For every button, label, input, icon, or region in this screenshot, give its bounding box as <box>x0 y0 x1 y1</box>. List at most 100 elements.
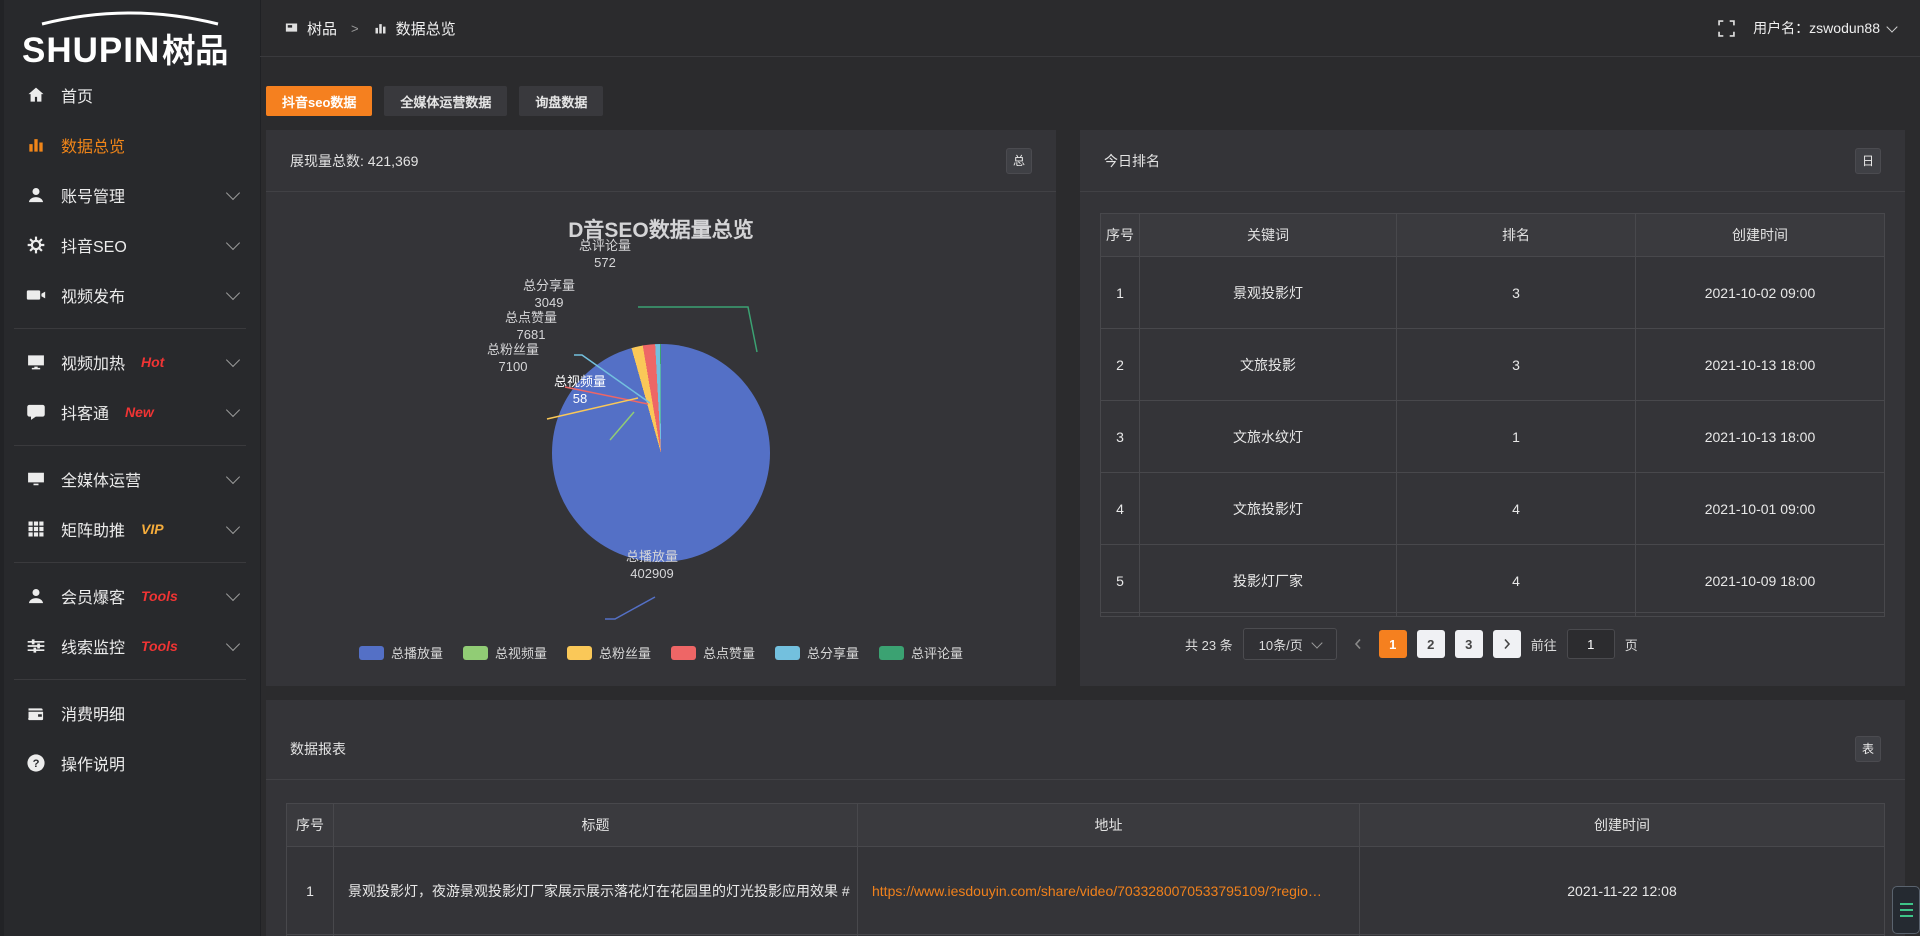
sidebar-item-doketong[interactable]: 抖客通 New <box>0 387 260 437</box>
chevron-down-icon <box>226 186 240 200</box>
pie-label-plays: 总播放量402909 <box>626 548 678 582</box>
gear-icon <box>26 235 46 255</box>
chevron-down-icon <box>226 470 240 484</box>
legend-item[interactable]: 总播放量 <box>359 643 443 662</box>
chevron-down-icon <box>226 353 240 367</box>
legend-item[interactable]: 总评论量 <box>879 643 963 662</box>
chevron-down-icon <box>1311 637 1322 648</box>
topbar: 树品 > 数据总览 用户名：zswodun88 <box>260 0 1920 57</box>
legend-swatch <box>463 646 488 660</box>
sidebar-item-label: 操作说明 <box>61 751 125 775</box>
sidebar-item-video-heat[interactable]: 视频加热 Hot <box>0 337 260 387</box>
nav-divider <box>14 562 246 563</box>
ranking-panel-header: 今日排名 日 <box>1080 130 1905 192</box>
sidebar-item-help[interactable]: ? 操作说明 <box>0 738 260 788</box>
widget-bar <box>1900 915 1913 917</box>
col-keyword: 关键词 <box>1140 214 1397 257</box>
col-rank: 排名 <box>1397 214 1636 257</box>
sidebar-item-home[interactable]: 首页 <box>0 70 260 120</box>
chat-icon <box>26 402 46 422</box>
sidebar-item-label: 抖客通 <box>61 400 109 424</box>
prev-page-button[interactable] <box>1347 638 1369 650</box>
hot-badge: Hot <box>141 354 164 370</box>
day-toggle-button[interactable]: 日 <box>1855 148 1881 174</box>
user-icon <box>26 185 46 205</box>
sidebar-item-label: 全媒体运营 <box>61 467 141 491</box>
legend-item[interactable]: 总视频量 <box>463 643 547 662</box>
table-tail-border <box>1100 603 1885 613</box>
user-menu[interactable]: 用户名：zswodun88 <box>1753 18 1896 38</box>
ranking-title: 今日排名 <box>1104 151 1160 171</box>
pie-label-shares: 总分享量3049 <box>523 277 575 311</box>
breadcrumb-current[interactable]: 数据总览 <box>396 18 456 39</box>
logo-cjk: 树品 <box>162 32 228 69</box>
sidebar-item-lead-monitor[interactable]: 线索监控 Tools <box>0 621 260 671</box>
sidebar-item-label: 线索监控 <box>61 634 125 658</box>
goto-page-input[interactable] <box>1567 629 1615 659</box>
col-index: 序号 <box>287 804 334 847</box>
sidebar-item-media-operation[interactable]: 全媒体运营 <box>0 454 260 504</box>
table-toggle-button[interactable]: 表 <box>1855 736 1881 762</box>
svg-text:?: ? <box>33 758 40 770</box>
table-row: 2文旅投影32021-10-13 18:00 <box>1101 329 1885 401</box>
fullscreen-icon[interactable] <box>1718 20 1735 37</box>
chevron-down-icon <box>226 403 240 417</box>
legend-item[interactable]: 总点赞量 <box>671 643 755 662</box>
video-link[interactable]: https://www.iesdouyin.com/share/video/70… <box>858 847 1360 935</box>
tab-douyin-seo-data[interactable]: 抖音seo数据 <box>266 86 372 116</box>
pie-label-comments: 总评论量572 <box>579 237 631 271</box>
chevron-down-icon <box>226 520 240 534</box>
page-button-1[interactable]: 1 <box>1379 630 1407 658</box>
sidebar-item-matrix-boost[interactable]: 矩阵助推 VIP <box>0 504 260 554</box>
tools-badge: Tools <box>141 638 178 654</box>
total-toggle-button[interactable]: 总 <box>1006 148 1032 174</box>
heat-screen-icon <box>26 352 46 372</box>
goto-label: 前往 <box>1531 635 1557 654</box>
page-button-3[interactable]: 3 <box>1455 630 1483 658</box>
sidebar-item-account[interactable]: 账号管理 <box>0 170 260 220</box>
table-row: 4文旅投影灯42021-10-01 09:00 <box>1101 473 1885 545</box>
nav-divider <box>14 445 246 446</box>
data-tabs: 抖音seo数据 全媒体运营数据 询盘数据 <box>266 86 603 116</box>
widget-bar <box>1900 903 1913 905</box>
table-row: 3文旅水纹灯12021-10-13 18:00 <box>1101 401 1885 473</box>
table-row: 1景观投影灯32021-10-02 09:00 <box>1101 257 1885 329</box>
tab-media-operation-data[interactable]: 全媒体运营数据 <box>384 86 507 116</box>
legend-swatch <box>879 646 904 660</box>
pie-panel-header: 展现量总数: 421,369 总 <box>266 130 1056 192</box>
sidebar-item-label: 会员爆客 <box>61 584 125 608</box>
report-panel-header: 数据报表 表 <box>266 700 1905 780</box>
page-button-2[interactable]: 2 <box>1417 630 1445 658</box>
logo-latin: SHUPIN <box>22 31 160 70</box>
grid-icon <box>26 519 46 539</box>
goto-unit: 页 <box>1625 635 1638 654</box>
col-created: 创建时间 <box>1360 804 1885 847</box>
pie-chart-area: D音SEO数据量总览 总评论量572 总分享量3049 总点赞量7681 总粉丝… <box>266 192 1056 686</box>
pagination: 共 23 条 10条/页 1 2 3 前往 页 <box>1185 628 1638 660</box>
sidebar-item-label: 数据总览 <box>61 133 125 157</box>
sidebar-item-spend-detail[interactable]: 消费明细 <box>0 688 260 738</box>
page-size-value: 10条/页 <box>1259 635 1303 654</box>
sidebar-item-member-baoke[interactable]: 会员爆客 Tools <box>0 571 260 621</box>
video-title-cell: 景观投影灯，夜游景观投影灯厂家展示展示落花灯在花园里的灯光投影应用效果 # <box>334 847 858 935</box>
legend-item[interactable]: 总粉丝量 <box>567 643 651 662</box>
page-size-select[interactable]: 10条/页 <box>1243 628 1337 660</box>
app-logo[interactable]: SHUPIN树品 <box>22 14 238 66</box>
col-created: 创建时间 <box>1636 214 1885 257</box>
sidebar-item-douyin-seo[interactable]: 抖音SEO <box>0 220 260 270</box>
sidebar-item-label: 视频发布 <box>61 283 125 307</box>
topbar-right: 用户名：zswodun88 <box>1718 18 1896 38</box>
tab-inquiry-data[interactable]: 询盘数据 <box>519 86 603 116</box>
pie-label-fans: 总粉丝量7100 <box>487 341 539 375</box>
widget-bar <box>1900 909 1913 911</box>
sidebar-item-label: 首页 <box>61 83 93 107</box>
next-page-button[interactable] <box>1493 630 1521 658</box>
floating-service-widget[interactable] <box>1892 886 1920 934</box>
sidebar-item-data-overview[interactable]: 数据总览 <box>0 120 260 170</box>
legend-item[interactable]: 总分享量 <box>775 643 859 662</box>
breadcrumb-root[interactable]: 树品 <box>307 18 337 39</box>
chart-legend: 总播放量 总视频量 总粉丝量 总点赞量 总分享量 总评论量 <box>266 643 1056 662</box>
pie-label-lines <box>266 192 1056 686</box>
sidebar-item-video-publish[interactable]: 视频发布 <box>0 270 260 320</box>
col-title: 标题 <box>334 804 858 847</box>
